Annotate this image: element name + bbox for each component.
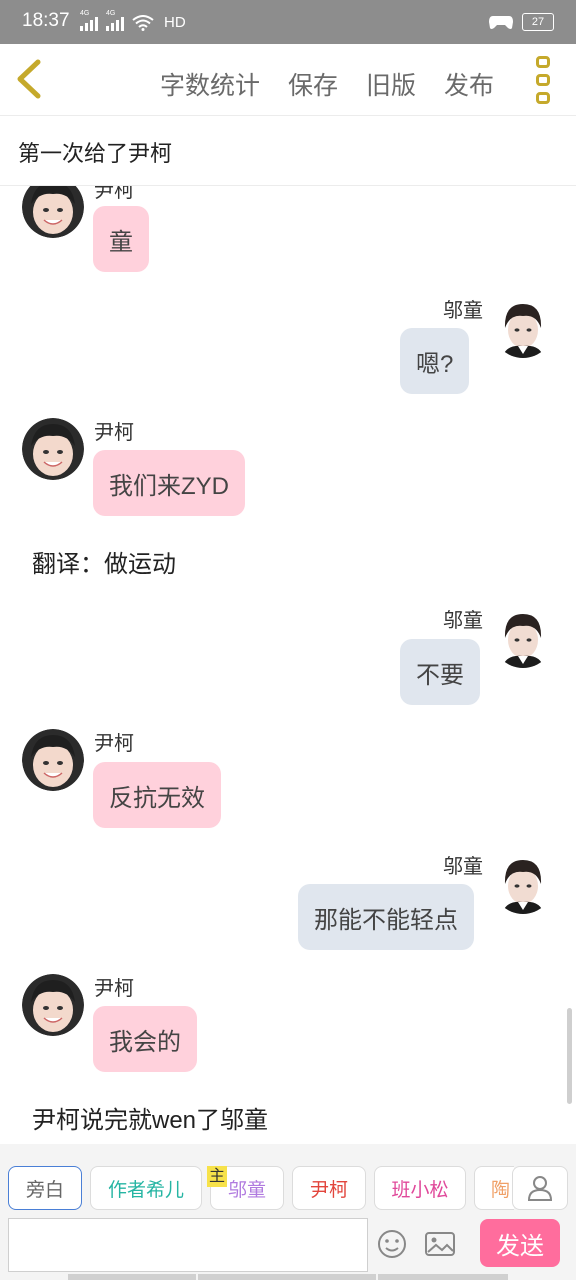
role-tab-yinke[interactable]: 尹柯 <box>292 1166 366 1210</box>
avatar-yinke[interactable] <box>22 418 84 480</box>
manage-roles-button[interactable] <box>512 1166 568 1210</box>
more-menu-icon[interactable] <box>536 56 552 104</box>
role-tab-narrator[interactable]: 旁白 <box>8 1166 82 1210</box>
input-panel: 旁白 作者希儿 主 邬童 尹柯 班小松 陶 发送 <box>0 1144 576 1280</box>
role-tab-banxiaosong[interactable]: 班小松 <box>374 1166 466 1210</box>
signal-icon-2: 4G <box>106 10 124 31</box>
avatar-wutong[interactable] <box>492 852 554 914</box>
old-version-button[interactable]: 旧版 <box>366 66 416 102</box>
gamepad-icon <box>489 16 513 29</box>
nav-indicator <box>198 1274 376 1280</box>
speaker-name: 邬童 <box>443 300 483 322</box>
role-tab-author[interactable]: 作者希儿 <box>90 1166 202 1210</box>
speaker-name: 邬童 <box>443 856 483 878</box>
speaker-name: 尹柯 <box>94 733 134 755</box>
chapter-title-bar[interactable]: 第一次给了尹柯 <box>0 116 576 186</box>
role-tab-label: 班小松 <box>391 1179 449 1201</box>
role-tab-label: 作者希儿 <box>107 1179 184 1201</box>
role-tab-tao[interactable]: 陶 <box>474 1166 514 1210</box>
message-bubble[interactable]: 童 <box>93 206 149 272</box>
chapter-title: 第一次给了尹柯 <box>18 141 173 166</box>
message-bubble[interactable]: 不要 <box>400 639 480 705</box>
send-button-label: 发送 <box>496 1232 544 1260</box>
speaker-name: 邬童 <box>443 610 483 632</box>
image-icon[interactable] <box>424 1230 456 1258</box>
status-right: 27 <box>488 13 554 31</box>
message-bubble[interactable]: 我会的 <box>93 1006 197 1072</box>
narration-text[interactable]: 翻译：做运动 <box>32 544 176 579</box>
message-bubble[interactable]: 我们来ZYD <box>93 450 245 516</box>
role-tab-label: 旁白 <box>25 1179 64 1201</box>
avatar-wutong[interactable] <box>492 296 554 358</box>
publish-button[interactable]: 发布 <box>444 66 494 102</box>
avatar-yinke[interactable] <box>22 729 84 791</box>
back-arrow-icon[interactable] <box>14 58 44 100</box>
speaker-name: 尹柯 <box>94 186 134 202</box>
wifi-icon <box>132 14 154 31</box>
avatar-yinke[interactable] <box>22 974 84 1036</box>
role-tab-wutong[interactable]: 主 邬童 <box>207 1166 284 1210</box>
avatar-yinke[interactable] <box>22 186 84 238</box>
status-time: 18:37 <box>22 10 70 31</box>
send-button[interactable]: 发送 <box>480 1219 560 1267</box>
narration-text[interactable]: 尹柯说完就wen了邬童 <box>32 1100 268 1135</box>
message-bubble[interactable]: 那能不能轻点 <box>298 884 474 950</box>
chat-scrollbar[interactable] <box>567 1008 572 1104</box>
battery-icon: 27 <box>522 13 554 31</box>
save-button[interactable]: 保存 <box>288 66 338 102</box>
emoji-icon[interactable] <box>376 1228 408 1260</box>
role-tab-label: 尹柯 <box>309 1179 348 1201</box>
nav-indicator <box>68 1274 196 1280</box>
message-input[interactable] <box>8 1218 368 1272</box>
status-icons: 4G 4G HD <box>80 10 186 31</box>
role-tab-label: 邬童 <box>227 1179 266 1201</box>
main-role-tag: 主 <box>207 1166 228 1187</box>
message-bubble[interactable]: 反抗无效 <box>93 762 221 828</box>
speaker-name: 尹柯 <box>94 978 134 1000</box>
role-tabs: 旁白 作者希儿 主 邬童 尹柯 班小松 陶 <box>8 1166 514 1210</box>
avatar-wutong[interactable] <box>492 606 554 668</box>
hd-indicator: HD <box>164 14 186 31</box>
signal-icon: 4G <box>80 10 98 31</box>
battery-level: 27 <box>531 16 545 28</box>
editor-toolbar: 字数统计 保存 旧版 发布 <box>0 44 576 116</box>
status-bar: 18:37 4G 4G HD 27 <box>0 0 576 44</box>
nav-indicator <box>378 1274 508 1280</box>
role-tab-label: 陶 <box>491 1179 511 1201</box>
word-count-button[interactable]: 字数统计 <box>160 66 260 102</box>
speaker-name: 尹柯 <box>94 422 134 444</box>
chat-area[interactable]: 尹柯 童 邬童 嗯? 尹柯 我们来ZYD 翻译：做运动 邬童 不要 尹柯 反抗无… <box>0 186 576 1144</box>
user-icon <box>527 1176 553 1201</box>
toolbar-actions: 字数统计 保存 旧版 发布 <box>160 66 494 102</box>
message-bubble[interactable]: 嗯? <box>400 328 470 394</box>
